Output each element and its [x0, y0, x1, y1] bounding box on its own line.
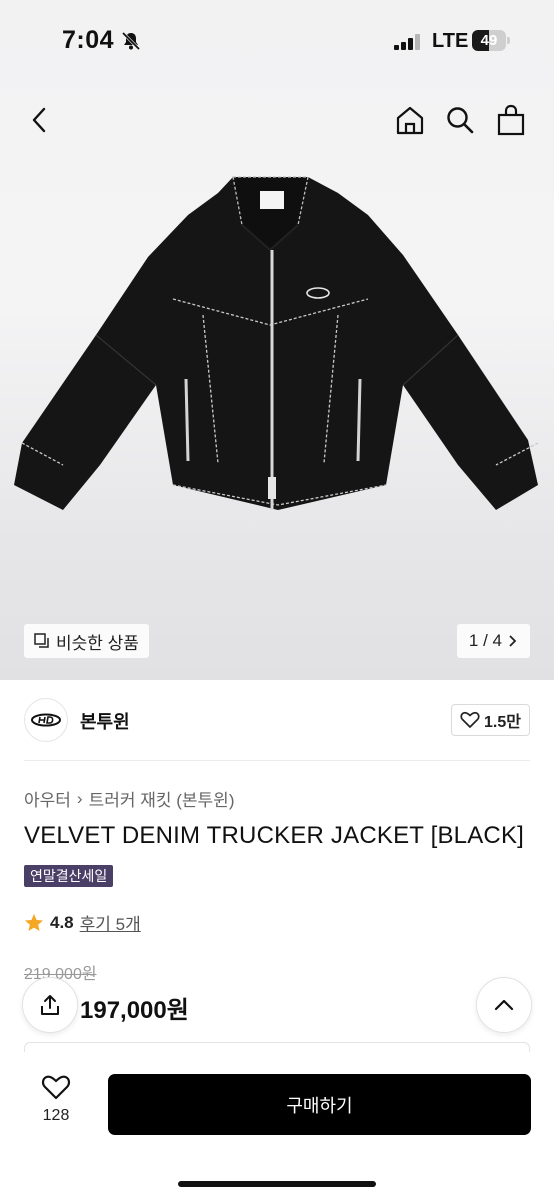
brand-row: 본투윈 1.5만: [0, 690, 554, 750]
breadcrumb-category[interactable]: 아우터: [24, 786, 71, 811]
network-type: LTE: [432, 30, 469, 52]
back-button[interactable]: [20, 100, 60, 140]
chevron-right-icon: [509, 635, 517, 647]
signal-icon: [394, 34, 420, 50]
breadcrumb-subcategory[interactable]: 트러커 재킷 (본투윈): [89, 786, 235, 811]
brand-like-button[interactable]: 1.5만: [451, 704, 530, 736]
wishlist-button[interactable]: 128: [26, 1074, 86, 1125]
bell-off-icon: [121, 31, 141, 51]
chevron-left-icon: [32, 107, 46, 133]
star-icon: [25, 913, 43, 931]
buy-button[interactable]: 구매하기: [108, 1074, 531, 1135]
breadcrumb-separator: ›: [76, 788, 83, 808]
status-bar: 7:04 LTE 49: [0, 0, 554, 84]
page-indicator-text: 1 / 4: [468, 631, 502, 650]
brand-logo-icon: [31, 713, 61, 727]
search-button[interactable]: [440, 100, 480, 140]
similar-products-label: 비슷한 상품: [56, 633, 139, 653]
share-icon: [41, 995, 59, 1015]
brand-logo[interactable]: [24, 698, 68, 742]
image-page-indicator[interactable]: 1 / 4: [456, 624, 530, 658]
share-button[interactable]: [22, 977, 78, 1033]
product-title: VELVET DENIM TRUCKER JACKET [BLACK]: [24, 822, 525, 849]
similar-products-button[interactable]: 비슷한 상품: [24, 624, 149, 658]
scroll-to-top-button[interactable]: [476, 977, 532, 1033]
home-icon: [396, 106, 424, 135]
brand-like-count: 1.5만: [484, 714, 521, 731]
sale-price: 197,000원: [80, 997, 189, 1024]
review-link[interactable]: 후기 5개: [80, 910, 141, 935]
cart-button[interactable]: [491, 100, 531, 140]
shopping-bag-icon: [497, 104, 525, 136]
home-indicator: [178, 1181, 376, 1187]
wishlist-count: 128: [42, 1107, 70, 1124]
product-image[interactable]: [8, 165, 548, 525]
chevron-up-icon: [494, 999, 514, 1011]
breadcrumb: 아우터 › 트러커 재킷 (본투윈): [24, 786, 234, 811]
rating-row: 4.8 후기 5개: [24, 910, 141, 935]
heart-icon: [41, 1075, 71, 1100]
copy-icon: [34, 633, 49, 648]
divider: [24, 760, 530, 761]
search-icon: [447, 107, 474, 134]
battery-icon: 49: [472, 30, 510, 51]
rating-value: 4.8: [50, 912, 74, 932]
heart-icon: [460, 711, 480, 728]
status-time: 7:04: [62, 26, 115, 54]
sale-badge: 연말결산세일: [24, 865, 114, 887]
brand-name[interactable]: 본투윈: [80, 708, 130, 734]
battery-level: 49: [480, 32, 498, 49]
home-button[interactable]: [390, 100, 430, 140]
